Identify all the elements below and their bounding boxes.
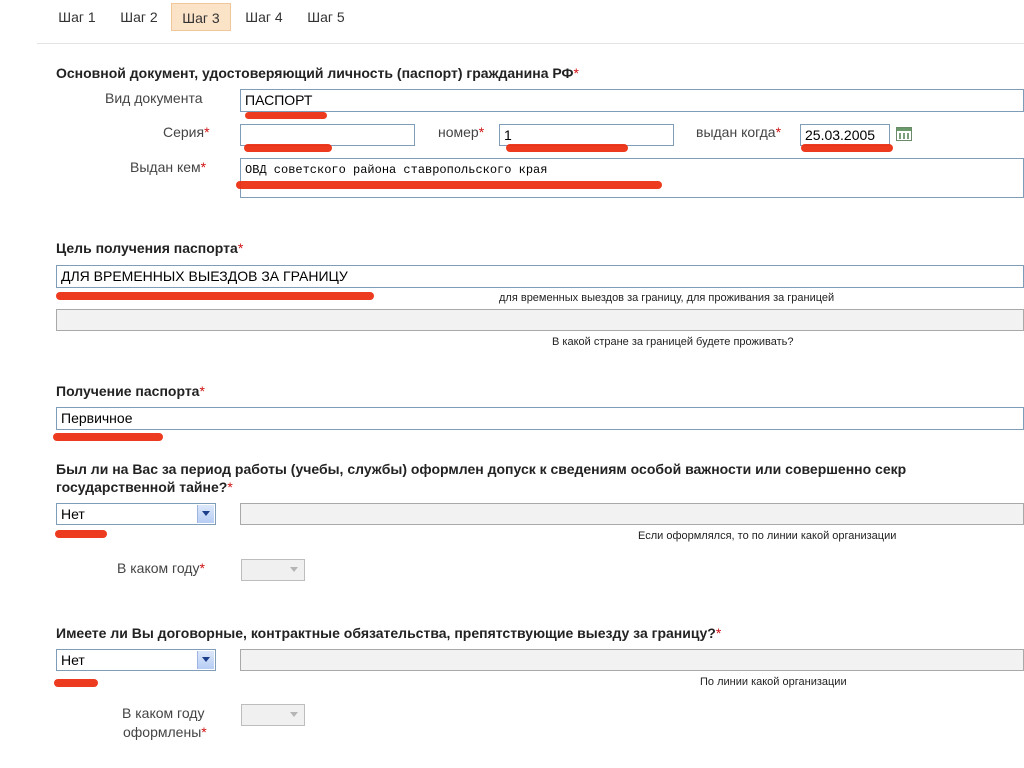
residence-country-input[interactable] [56, 309, 1024, 331]
clearance-section-heading-cont: государственной тайне?* [56, 479, 233, 495]
clearance-select-value: Нет [61, 506, 85, 522]
tab-step-2[interactable]: Шаг 2 [111, 3, 167, 31]
chevron-down-icon[interactable] [286, 706, 303, 724]
tab-step-3[interactable]: Шаг 3 [171, 3, 231, 31]
doc-type-field[interactable]: ПАСПОРТ [240, 89, 1024, 112]
obligations-section-heading: Имеете ли Вы договорные, контрактные обя… [56, 625, 722, 641]
obligations-year-label-cont: оформлены* [123, 724, 207, 740]
purpose-hint: для временных выездов за границу, для пр… [499, 292, 835, 304]
redaction-mark [506, 144, 628, 152]
tab-step-1[interactable]: Шаг 1 [49, 3, 105, 31]
chevron-down-icon[interactable] [197, 651, 214, 669]
calendar-icon[interactable] [896, 127, 912, 141]
receipt-section-heading: Получение паспорта* [56, 383, 205, 399]
passport-section-heading: Основной документ, удостоверяющий личнос… [56, 65, 579, 81]
step-tabs: Шаг 1 Шаг 2 Шаг 3 Шаг 4 Шаг 5 [0, 0, 1024, 34]
obligations-year-select[interactable] [241, 704, 305, 726]
redaction-mark [56, 292, 374, 300]
tab-step-5[interactable]: Шаг 5 [298, 3, 354, 31]
number-label: номер* [438, 124, 485, 140]
redaction-mark [55, 530, 107, 538]
clearance-section-heading: Был ли на Вас за период работы (учебы, с… [56, 461, 907, 477]
purpose-section-heading: Цель получения паспорта* [56, 240, 244, 256]
tabs-divider [37, 43, 1024, 44]
obligations-org-hint: По линии какой организации [700, 676, 847, 688]
issued-by-label: Выдан кем* [130, 159, 207, 175]
number-input[interactable]: 1 [499, 124, 674, 146]
doc-type-label: Вид документа [105, 90, 203, 106]
clearance-org-input[interactable] [240, 503, 1024, 525]
obligations-select[interactable]: Нет [56, 649, 216, 671]
redaction-mark [54, 679, 98, 687]
chevron-down-icon[interactable] [286, 561, 303, 579]
obligations-year-label: В каком году [122, 705, 205, 721]
redaction-mark [53, 433, 163, 441]
obligations-org-input[interactable] [240, 649, 1024, 671]
issued-by-textarea[interactable]: ОВД советского района ставропольского кр… [240, 158, 1024, 198]
issued-date-label: выдан когда* [696, 124, 782, 140]
residence-country-hint: В какой стране за границей будете прожив… [552, 336, 794, 348]
purpose-select[interactable]: ДЛЯ ВРЕМЕННЫХ ВЫЕЗДОВ ЗА ГРАНИЦУ [56, 265, 1024, 288]
series-label: Серия* [163, 124, 210, 140]
clearance-org-hint: Если оформлялся, то по линии какой орган… [638, 530, 897, 542]
receipt-select[interactable]: Первичное [56, 407, 1024, 430]
issued-date-input[interactable]: 25.03.2005 [800, 124, 890, 146]
redaction-mark [244, 144, 332, 152]
redaction-mark [245, 112, 327, 119]
clearance-select[interactable]: Нет [56, 503, 216, 525]
obligations-select-value: Нет [61, 652, 85, 668]
clearance-year-label: В каком году* [117, 560, 205, 576]
redaction-mark [801, 144, 893, 152]
tab-step-4[interactable]: Шаг 4 [236, 3, 292, 31]
clearance-year-select[interactable] [241, 559, 305, 581]
series-input[interactable] [240, 124, 415, 146]
chevron-down-icon[interactable] [197, 505, 214, 523]
redaction-mark [236, 181, 662, 189]
